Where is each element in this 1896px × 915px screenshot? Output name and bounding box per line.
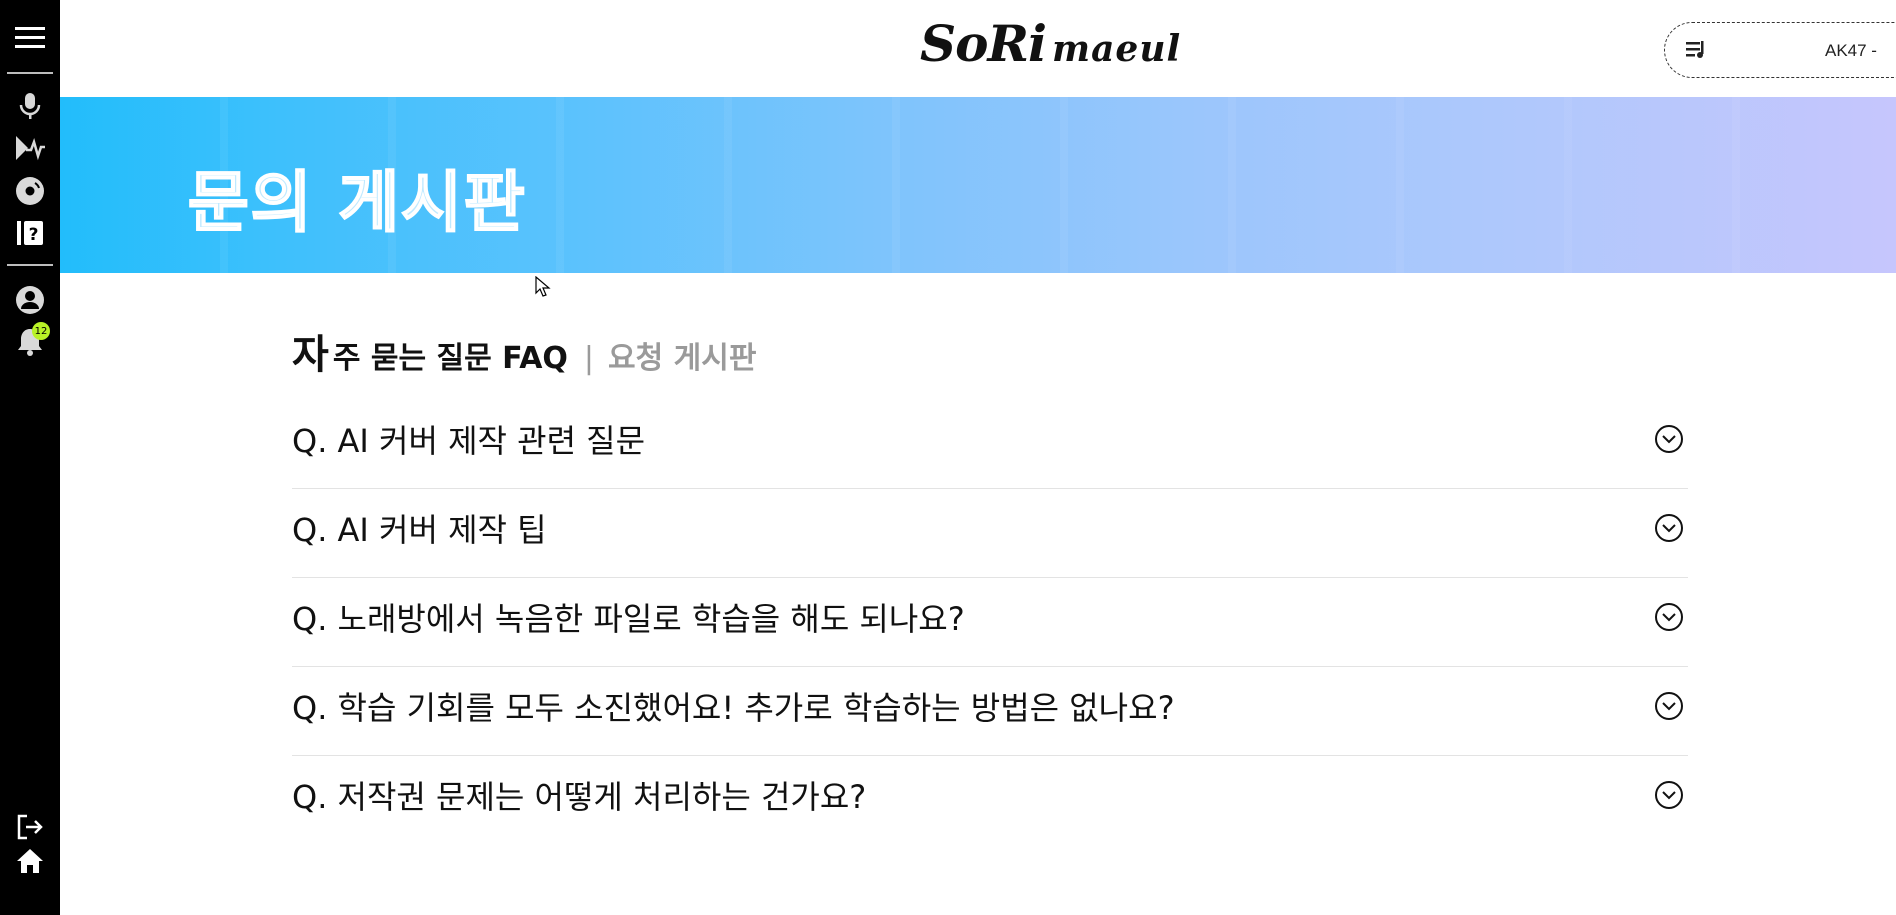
faq-item[interactable]: Q. 학습 기회를 모두 소진했어요! 추가로 학습하는 방법은 없나요? <box>292 667 1688 756</box>
chevron-down-icon[interactable] <box>1654 780 1684 810</box>
faq-list: Q. AI 커버 제작 관련 질문 Q. AI 커버 제작 팁 Q. 노래방에서… <box>292 400 1688 845</box>
faq-question: Q. AI 커버 제작 관련 질문 <box>292 422 646 460</box>
home-icon[interactable] <box>14 845 46 877</box>
faq-question: Q. 학습 기회를 모두 소진했어요! 추가로 학습하는 방법은 없나요? <box>292 689 1175 727</box>
disc-icon[interactable] <box>14 175 46 207</box>
profile-icon[interactable] <box>14 284 46 316</box>
page-title: 문의 게시판 <box>187 163 527 242</box>
help-book-icon[interactable]: ? <box>14 217 46 249</box>
tab-separator: | <box>583 341 595 376</box>
faq-item[interactable]: Q. 저작권 문제는 어떻게 처리하는 건가요? <box>292 756 1688 845</box>
chevron-down-icon[interactable] <box>1654 424 1684 454</box>
playlist-icon[interactable] <box>1685 39 1709 63</box>
now-playing-track: AK47 - <box>1825 41 1877 60</box>
faq-item[interactable]: Q. AI 커버 제작 팁 <box>292 489 1688 578</box>
chevron-down-icon[interactable] <box>1654 513 1684 543</box>
microphone-icon[interactable] <box>14 90 46 122</box>
faq-question: Q. AI 커버 제작 팁 <box>292 511 547 549</box>
svg-text:?: ? <box>29 225 39 245</box>
voice-training-icon[interactable] <box>14 132 46 164</box>
top-header: SoRi maeul AK47 - <box>60 0 1896 97</box>
sorimaeul-logo[interactable]: SoRi maeul <box>920 14 1181 80</box>
chevron-down-icon[interactable] <box>1654 691 1684 721</box>
music-player: AK47 - <box>1664 22 1896 78</box>
tab-faq[interactable]: 주 묻는 질문 FAQ <box>333 333 568 377</box>
faq-item[interactable]: Q. AI 커버 제작 관련 질문 <box>292 400 1688 489</box>
notification-badge: 12 <box>32 322 50 340</box>
sidebar-divider <box>7 264 53 266</box>
chevron-down-icon[interactable] <box>1654 602 1684 632</box>
sidebar-divider <box>7 72 53 74</box>
tab-faq-first-char[interactable]: 자 <box>292 322 329 380</box>
logo-sub-text: maeul <box>1052 28 1182 70</box>
faq-question: Q. 노래방에서 녹음한 파일로 학습을 해도 되나요? <box>292 600 965 638</box>
sidebar: ? 12 <box>0 0 60 915</box>
logo-main-text: SoRi <box>920 14 1047 73</box>
faq-question: Q. 저작권 문제는 어떻게 처리하는 건가요? <box>292 778 867 816</box>
menu-icon[interactable] <box>14 22 46 54</box>
logout-icon[interactable] <box>14 811 46 843</box>
faq-item[interactable]: Q. 노래방에서 녹음한 파일로 학습을 해도 되나요? <box>292 578 1688 667</box>
tab-request-board[interactable]: 요청 게시판 <box>608 333 756 377</box>
board-tabs: 자 주 묻는 질문 FAQ | 요청 게시판 <box>292 322 756 380</box>
bell-icon[interactable]: 12 <box>14 322 50 358</box>
page-banner: 문의 게시판 <box>60 97 1896 273</box>
mouse-cursor-icon <box>535 276 551 297</box>
